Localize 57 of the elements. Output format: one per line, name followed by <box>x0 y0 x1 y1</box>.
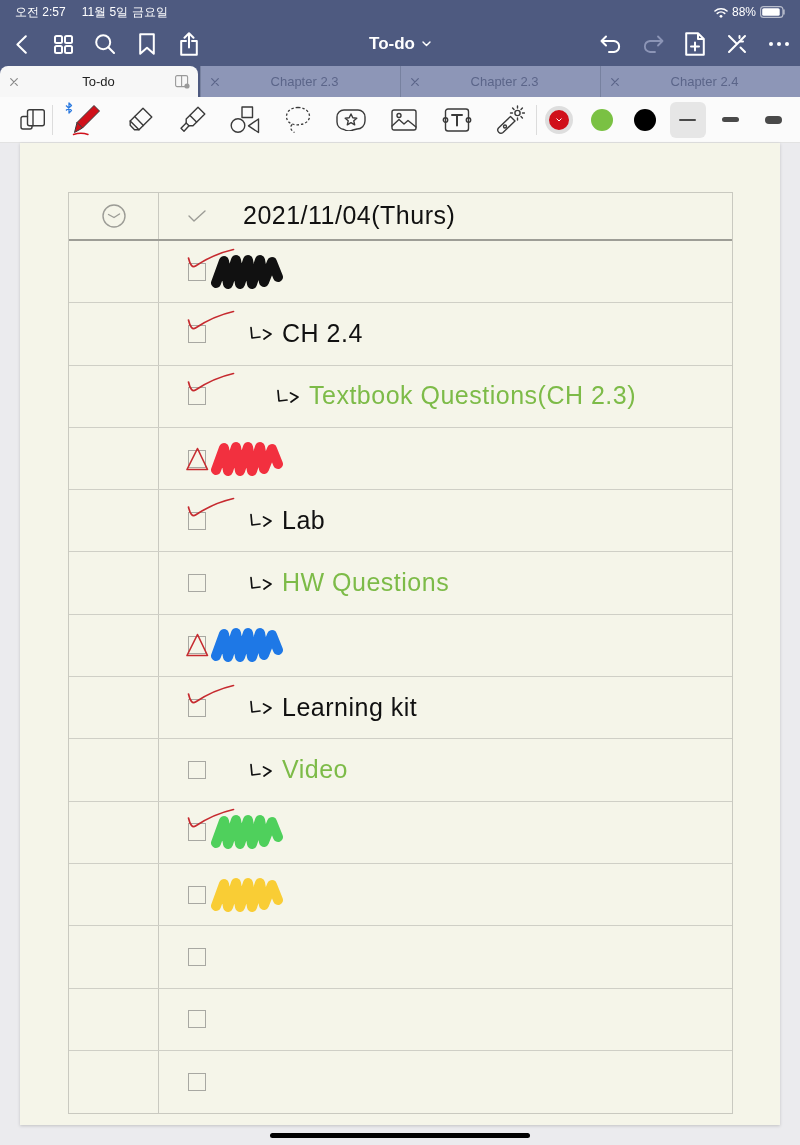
bookmark-icon[interactable] <box>139 33 155 55</box>
date-heading: 2021/11/04(Thurs) <box>243 202 456 230</box>
sub-item-arrow-icon <box>249 575 273 591</box>
checkbox[interactable] <box>185 496 235 533</box>
task-text: Video <box>282 756 348 784</box>
highlighter-icon[interactable] <box>177 105 206 134</box>
check-icon <box>188 210 206 222</box>
pages-icon[interactable] <box>19 109 45 130</box>
image-icon[interactable] <box>390 108 417 131</box>
document-tab[interactable]: To-do <box>0 66 198 97</box>
task-text: Lab <box>282 507 326 535</box>
stroke-line-icon <box>765 115 782 124</box>
close-icon[interactable] <box>10 77 18 86</box>
battery-percent: 88% <box>731 4 756 21</box>
share-icon[interactable] <box>180 32 198 56</box>
sub-item-arrow-icon <box>249 326 273 342</box>
add-page-icon[interactable] <box>685 32 705 56</box>
document-title[interactable]: To-do <box>367 31 433 57</box>
battery-icon <box>760 6 786 18</box>
color-swatch-icon[interactable] <box>544 105 573 134</box>
cross-sparkle-icon[interactable] <box>727 34 747 54</box>
triangle-mark-icon <box>185 446 209 471</box>
stroke-width-button[interactable] <box>669 101 706 138</box>
more-icon[interactable] <box>769 42 789 46</box>
checkbox[interactable] <box>185 309 235 346</box>
sub-item-arrow-icon <box>249 513 273 529</box>
task-text: Learning kit <box>282 693 418 722</box>
bluetooth-icon <box>65 101 73 114</box>
sub-item-arrow-icon <box>249 762 273 778</box>
split-view-icon[interactable] <box>175 74 190 89</box>
pen-icon[interactable] <box>70 103 101 136</box>
color-swatch-icon[interactable] <box>633 108 656 131</box>
color-swatch-icon[interactable] <box>590 108 613 131</box>
lasso-icon[interactable] <box>284 105 311 134</box>
caret-icon <box>421 41 431 47</box>
search-icon[interactable] <box>95 34 115 54</box>
sub-item-arrow-icon <box>249 700 273 716</box>
checkbox[interactable] <box>185 683 235 720</box>
status-date: 11월 5일 금요일 <box>81 4 168 21</box>
stroke-line-icon <box>679 118 696 121</box>
wifi-icon <box>713 6 728 18</box>
star-sticker-icon[interactable] <box>335 108 366 131</box>
stroke-line-icon <box>722 117 739 122</box>
task-text: CH 2.4 <box>282 320 363 348</box>
clock-icon <box>101 204 126 228</box>
checkbox[interactable] <box>185 247 235 284</box>
shapes-icon[interactable] <box>229 105 260 134</box>
undo-icon[interactable] <box>600 35 622 53</box>
task-text: HW Questions <box>282 569 450 597</box>
status-time: 오전 2:57 <box>15 4 66 21</box>
text-box-icon[interactable] <box>441 107 472 132</box>
laser-pointer-icon[interactable] <box>494 104 525 135</box>
back-icon[interactable] <box>15 34 27 54</box>
grid-icon[interactable] <box>53 34 73 54</box>
triangle-mark-icon <box>185 633 209 658</box>
task-text: Textbook Questions(CH 2.3) <box>309 382 637 410</box>
sub-item-arrow-icon <box>276 388 300 404</box>
